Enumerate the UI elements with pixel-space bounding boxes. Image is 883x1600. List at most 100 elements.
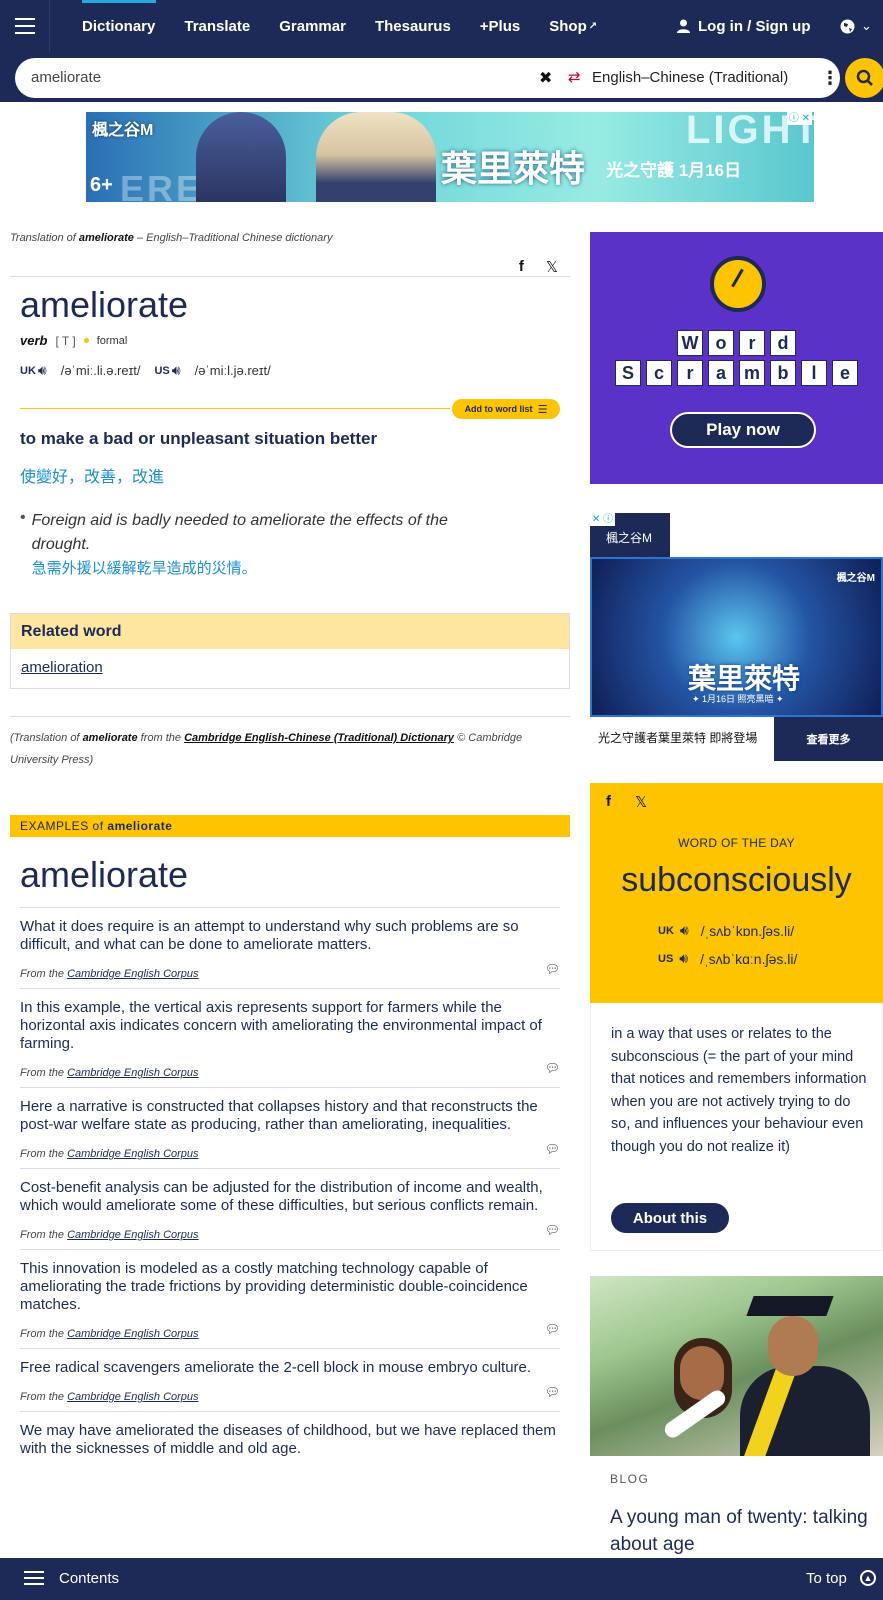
swap-icon[interactable]: ⇄ <box>568 68 581 86</box>
letter-tile: S <box>615 360 641 386</box>
citation-word: ameliorate <box>82 732 138 744</box>
menu-icon[interactable] <box>0 0 50 52</box>
scramble-row-2: S c r a m b l e <box>590 360 883 386</box>
nav-links: Dictionary Translate Grammar Thesaurus +… <box>68 0 612 52</box>
add-to-word-list-button[interactable]: Add to word list ☰ <box>452 399 560 419</box>
blog-card[interactable]: BLOG A young man of twenty: talking abou… <box>590 1276 883 1576</box>
wotd-definition: in a way that uses or relates to the sub… <box>611 1026 867 1155</box>
divider <box>10 276 570 277</box>
facebook-icon[interactable]: f <box>606 793 611 811</box>
speaker-icon[interactable]: 🔊︎ <box>679 950 688 967</box>
corpus-link[interactable]: Cambridge English Corpus <box>67 1148 198 1160</box>
feedback-icon[interactable]: 💬︎ <box>545 1142 560 1156</box>
blog-photo <box>590 1276 883 1456</box>
wotd-us-pron: US 🔊︎ /ˌsʌbˈkɑːn.ʃəs.li/ <box>658 950 797 967</box>
photo-shape <box>746 1296 834 1316</box>
language-selector[interactable]: ⌄ <box>840 0 872 52</box>
examples-bar: EXAMPLES of ameliorate <box>10 815 570 837</box>
nav-translate[interactable]: Translate <box>170 0 265 52</box>
nav-grammar[interactable]: Grammar <box>265 0 361 52</box>
list-item: What it does require is an attempt to un… <box>20 907 560 988</box>
list-item: Free radical scavengers ameliorate the 2… <box>20 1348 560 1411</box>
word-scramble-card[interactable]: W o r d S c r a m b l e Play now <box>590 232 883 484</box>
contents-button[interactable]: Contents <box>59 1570 119 1587</box>
side-ad-subtitle: ✦ 1月16日 照亮黑暗 ✦ <box>692 694 784 704</box>
nav-plus[interactable]: +Plus <box>466 0 535 52</box>
bullet: • <box>20 509 26 526</box>
wotd-word[interactable]: subconsciously <box>590 861 883 900</box>
part-of-speech: verb <box>20 333 48 348</box>
x-icon[interactable]: 𝕏 <box>635 793 647 811</box>
nav-dictionary[interactable]: Dictionary <box>68 0 170 52</box>
to-top-button[interactable]: To top <box>806 1570 847 1587</box>
side-ad[interactable]: 楓之谷M ✕ ⓘ 楓之谷M 葉里萊特 ✦ 1月16日 照亮黑暗 ✦ 光之守護者葉… <box>590 513 883 763</box>
headword: ameliorate <box>20 284 189 325</box>
side-ad-title: 葉里萊特 <box>688 663 801 694</box>
facebook-icon[interactable]: f <box>519 258 524 276</box>
user-icon <box>677 19 690 33</box>
blog-label: BLOG <box>610 1472 650 1486</box>
feedback-icon[interactable]: 💬︎ <box>545 1061 560 1075</box>
corpus-link[interactable]: Cambridge English Corpus <box>67 968 198 980</box>
corpus-link[interactable]: Cambridge English Corpus <box>67 1391 198 1403</box>
list-item: In this example, the vertical axis repre… <box>20 988 560 1087</box>
pronunciation: UK 🔊︎ /əˈmiː.li.ə.reɪt/ US 🔊︎ /əˈmiːl.jə… <box>20 362 570 379</box>
letter-tile: m <box>739 360 765 386</box>
about-this-button[interactable]: About this <box>611 1203 729 1233</box>
citation: (Translation of ameliorate from the Camb… <box>10 727 570 771</box>
search-input[interactable]: ameliorate <box>31 58 101 98</box>
ad-choices-icon[interactable]: ✕ ⓘ <box>590 513 616 526</box>
breadcrumb: Translation of ameliorate – English–Trad… <box>10 232 570 248</box>
clear-icon[interactable]: ✖ <box>539 68 552 88</box>
speaker-icon[interactable]: 🔊︎ <box>172 362 181 379</box>
source-prefix: From the <box>20 1229 65 1241</box>
search-button[interactable] <box>845 58 883 98</box>
register-dot <box>83 338 89 343</box>
x-icon[interactable]: 𝕏 <box>546 258 558 276</box>
feedback-icon[interactable]: 💬︎ <box>545 1385 560 1399</box>
example-source: From the Cambridge English Corpus <box>20 1148 560 1160</box>
search-box: ameliorate ✖ ⇄ English–Chinese (Traditio… <box>15 58 840 98</box>
dictionary-selector[interactable]: English–Chinese (Traditional) <box>592 58 788 98</box>
example-english: Foreign aid is badly needed to ameliorat… <box>31 512 448 553</box>
related-word-link[interactable]: amelioration <box>21 659 103 676</box>
letter-tile: l <box>801 360 827 386</box>
arrow-up-icon[interactable]: ▲ <box>860 1570 876 1586</box>
corpus-link[interactable]: Cambridge English Corpus <box>67 1328 198 1340</box>
ad-character-image <box>316 112 436 202</box>
ad-rating: 6+ <box>90 174 113 196</box>
list-item: Here a narrative is constructed that col… <box>20 1087 560 1168</box>
corpus-link[interactable]: Cambridge English Corpus <box>67 1067 198 1079</box>
feedback-icon[interactable]: 💬︎ <box>545 1322 560 1336</box>
login-link[interactable]: Log in / Sign up <box>677 0 810 52</box>
blog-title[interactable]: A young man of twenty: talking about age <box>610 1504 875 1558</box>
stopwatch-icon <box>710 256 766 312</box>
source-prefix: From the <box>20 1391 65 1403</box>
side-ad-more-button[interactable]: 查看更多 <box>774 717 883 761</box>
definition: to make a bad or unpleasant situation be… <box>20 429 378 448</box>
example-source: From the Cambridge English Corpus <box>20 1328 560 1340</box>
speaker-icon[interactable]: 🔊︎ <box>38 362 47 379</box>
letter-tile: W <box>677 330 703 356</box>
contents-menu-icon[interactable] <box>24 1571 44 1585</box>
speaker-icon[interactable]: 🔊︎ <box>680 922 689 939</box>
related-word-box: Related word amelioration <box>10 613 570 689</box>
nav-thesaurus[interactable]: Thesaurus <box>361 0 466 52</box>
ad-choices-icon[interactable]: ⓘ ✕ <box>786 112 812 125</box>
uk-label: UK <box>658 924 674 937</box>
citation-dictionary-link[interactable]: Cambridge English-Chinese (Traditional) … <box>184 732 454 744</box>
breadcrumb-prefix: Translation of <box>10 232 76 244</box>
play-now-button[interactable]: Play now <box>670 412 816 448</box>
feedback-icon[interactable]: 💬︎ <box>545 1223 560 1237</box>
nav-shop[interactable]: Shop ↗ <box>535 0 612 52</box>
wotd-us-ipa: /ˌsʌbˈkɑːn.ʃəs.li/ <box>700 950 798 967</box>
grammar-code: [ T ] <box>55 333 76 348</box>
side-ad-image: 楓之谷M 葉里萊特 ✦ 1月16日 照亮黑暗 ✦ <box>590 557 883 717</box>
examples-list: What it does require is an attempt to un… <box>20 907 560 1466</box>
example-translation: 急需外援以緩解乾旱造成的災情。 <box>31 560 257 577</box>
feedback-icon[interactable]: 💬︎ <box>545 962 560 976</box>
more-options-icon[interactable]: ⋮ <box>821 58 839 98</box>
citation-prefix: (Translation of <box>10 732 80 744</box>
corpus-link[interactable]: Cambridge English Corpus <box>67 1229 198 1241</box>
top-ad-banner[interactable]: LIGHT EREL 楓之谷M 6+ 葉里萊特 光之守護 1月16日 ⓘ ✕ <box>86 112 814 202</box>
